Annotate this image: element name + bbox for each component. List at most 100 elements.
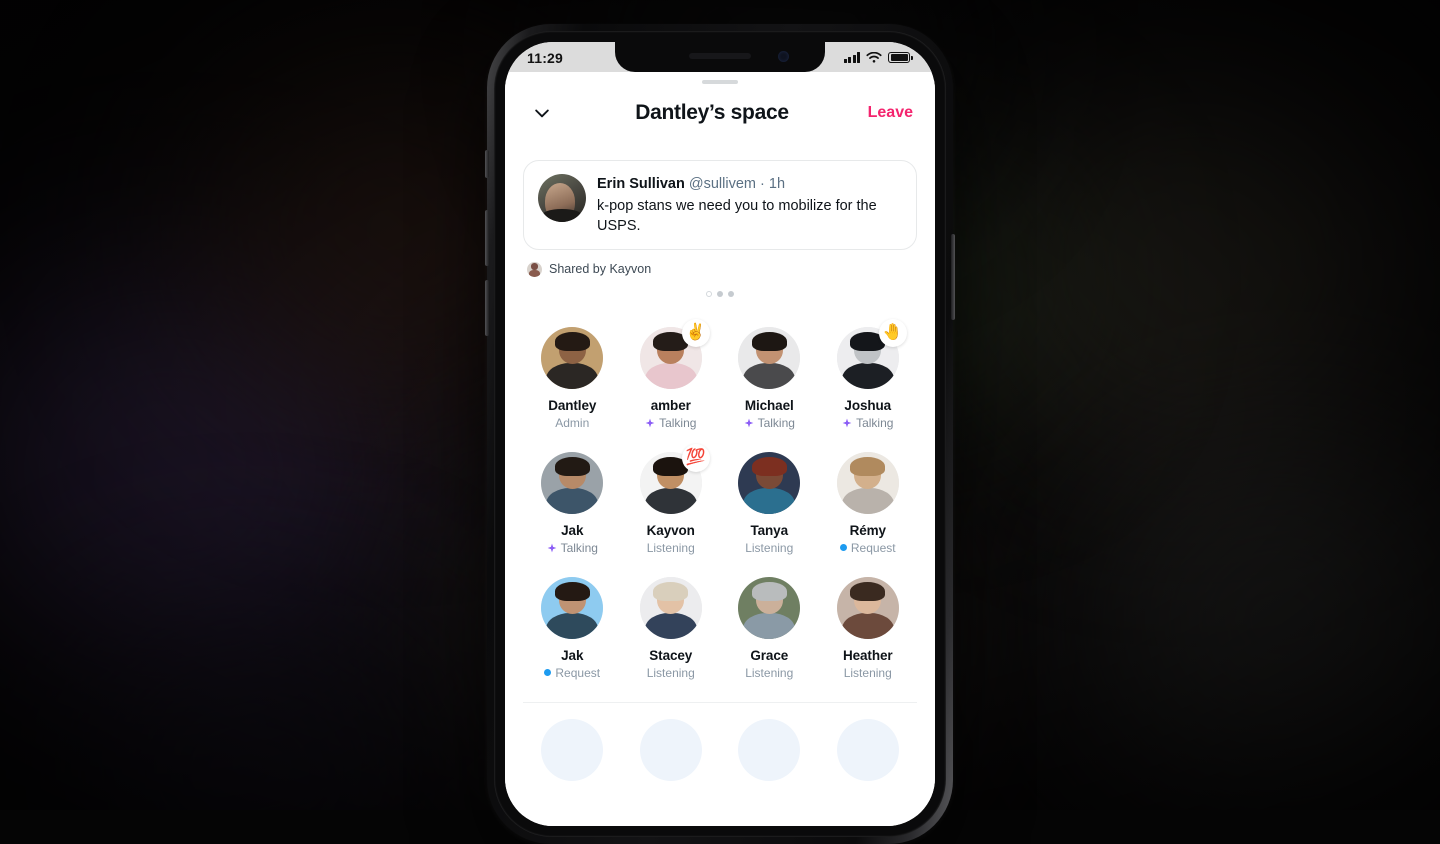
- participant-amber[interactable]: ✌️amberTalking: [622, 327, 721, 430]
- phone-bezel: 11:29: [494, 31, 946, 837]
- shared-tweet-card[interactable]: Erin Sullivan @sullivem · 1h k-pop stans…: [523, 160, 917, 250]
- mute-switch[interactable]: [485, 150, 489, 178]
- reaction-emoji-badge: 💯: [682, 444, 710, 472]
- page-title: Dantley’s space: [557, 101, 867, 125]
- power-button[interactable]: [951, 234, 955, 320]
- avatar-wrapper: [738, 452, 800, 514]
- avatar[interactable]: [837, 719, 899, 781]
- participant-dantley[interactable]: DantleyAdmin: [523, 327, 622, 430]
- participant-heather[interactable]: HeatherListening: [819, 577, 918, 680]
- participants-next-row-peek: [505, 703, 935, 781]
- participant-jak[interactable]: Jak Talking: [523, 452, 622, 555]
- phone-screen: 11:29: [505, 42, 935, 826]
- avatar-wrapper: [738, 577, 800, 639]
- avatar-wrapper: [640, 577, 702, 639]
- participant-status-label: Admin: [555, 416, 589, 430]
- participant-tanya[interactable]: TanyaListening: [720, 452, 819, 555]
- participant-name: Rémy: [850, 523, 886, 538]
- avatar-wrapper: [541, 577, 603, 639]
- participants-row: JakRequestStaceyListeningGraceListeningH…: [523, 577, 917, 680]
- page-dot-1[interactable]: [717, 291, 723, 297]
- tweet-body: Erin Sullivan @sullivem · 1h k-pop stans…: [597, 174, 902, 236]
- participant-status: Request: [840, 541, 896, 555]
- participant-status: Talking: [645, 416, 696, 430]
- reaction-emoji-badge: ✌️: [682, 319, 710, 347]
- avatar[interactable]: [541, 719, 603, 781]
- space-header: Dantley’s space Leave: [505, 84, 935, 138]
- participant-stacey[interactable]: Stacey Listening: [622, 577, 721, 680]
- tweet-author-name: Erin Sullivan: [597, 176, 685, 192]
- participant-name: Joshua: [844, 398, 891, 413]
- avatar-wrapper: [837, 577, 899, 639]
- purple-sparkle-icon: [842, 418, 852, 428]
- chevron-down-icon[interactable]: [527, 98, 557, 128]
- volume-down-button[interactable]: [485, 280, 489, 336]
- display-notch: [615, 42, 825, 72]
- participant-michael[interactable]: MichaelTalking: [720, 327, 819, 430]
- battery-icon: [888, 52, 913, 63]
- avatar: [541, 452, 603, 514]
- avatar[interactable]: [640, 719, 702, 781]
- participant-status-label: Talking: [856, 416, 893, 430]
- blue-dot-icon: [840, 544, 847, 551]
- participant-status-label: Listening: [745, 541, 793, 555]
- participants-grid: DantleyAdmin✌️amberTalkingMichaelTalking…: [505, 297, 935, 680]
- reaction-emoji-badge: 🤚: [879, 319, 907, 347]
- participant-status: Admin: [555, 416, 589, 430]
- front-camera-icon: [778, 51, 789, 62]
- avatar: [738, 327, 800, 389]
- volume-up-button[interactable]: [485, 210, 489, 266]
- space-sheet: Dantley’s space Leave Erin Sullivan @sul…: [505, 80, 935, 826]
- participant-status-label: Talking: [561, 541, 598, 555]
- purple-sparkle-icon: [645, 418, 655, 428]
- participant-status-label: Listening: [647, 541, 695, 555]
- avatar: [541, 577, 603, 639]
- participant-r-my[interactable]: Rémy Request: [819, 452, 918, 555]
- avatar-wrapper: 💯: [640, 452, 702, 514]
- participant-status-label: Talking: [659, 416, 696, 430]
- participant-name: Jak: [561, 523, 583, 538]
- shared-by-label: Shared by Kayvon: [549, 262, 651, 276]
- participant-status-label: Request: [555, 666, 600, 680]
- participant-name: Michael: [745, 398, 794, 413]
- participant-status-label: Listening: [844, 666, 892, 680]
- avatar: [837, 452, 899, 514]
- tweet-meta: Erin Sullivan @sullivem · 1h: [597, 175, 902, 195]
- participant-status-label: Listening: [647, 666, 695, 680]
- participant-name: Stacey: [649, 648, 692, 663]
- purple-sparkle-icon: [744, 418, 754, 428]
- cellular-signal-icon: [844, 52, 861, 63]
- participant-status: Request: [544, 666, 600, 680]
- participant-status: Talking: [842, 416, 893, 430]
- avatar: [527, 262, 542, 277]
- page-dot-2[interactable]: [728, 291, 734, 297]
- avatar-wrapper: [541, 452, 603, 514]
- leave-button[interactable]: Leave: [867, 104, 913, 122]
- avatar: [837, 577, 899, 639]
- participant-status: Listening: [745, 541, 793, 555]
- participant-name: Grace: [750, 648, 788, 663]
- participant-status: Listening: [844, 666, 892, 680]
- participant-name: Kayvon: [647, 523, 695, 538]
- avatar: [538, 174, 586, 222]
- avatar: [738, 577, 800, 639]
- status-bar-icons: [844, 52, 913, 64]
- avatar: [640, 577, 702, 639]
- participant-status: Listening: [745, 666, 793, 680]
- participant-name: Jak: [561, 648, 583, 663]
- avatar-wrapper: [541, 327, 603, 389]
- participant-jak[interactable]: Jak Request: [523, 577, 622, 680]
- avatar: [738, 452, 800, 514]
- tweet-meta-separator: ·: [760, 176, 765, 192]
- participants-row: JakTalking💯KayvonListeningTanyaListening…: [523, 452, 917, 555]
- avatar-wrapper: [837, 452, 899, 514]
- participant-status: Listening: [647, 541, 695, 555]
- participant-kayvon[interactable]: 💯 Kayvon Listening: [622, 452, 721, 555]
- page-dot-0[interactable]: [706, 291, 712, 297]
- avatar[interactable]: [738, 719, 800, 781]
- participant-status-label: Listening: [745, 666, 793, 680]
- avatar-wrapper: ✌️: [640, 327, 702, 389]
- participant-grace[interactable]: Grace Listening: [720, 577, 819, 680]
- participant-joshua[interactable]: 🤚JoshuaTalking: [819, 327, 918, 430]
- avatar-wrapper: [738, 327, 800, 389]
